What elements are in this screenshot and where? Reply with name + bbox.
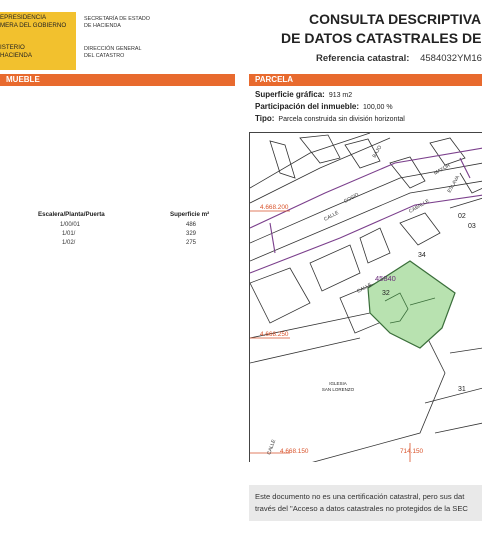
table-cell-area: 329 bbox=[186, 231, 197, 237]
map-parcel-number: 03 bbox=[468, 223, 476, 230]
map-parcel-id: 45840 bbox=[375, 274, 396, 283]
table-header-superficie: Superficie m² bbox=[170, 211, 210, 218]
map-church-label: IGLESIA bbox=[329, 381, 347, 386]
ref-value: 4584032YM164 bbox=[420, 53, 482, 64]
map-parcel-number: 32 bbox=[382, 290, 390, 297]
tipo-row: Tipo: Parcela construida sin división hor… bbox=[255, 114, 405, 123]
cadastral-map: 4.668.200 4.668.250 4.668.150 714.150 45… bbox=[249, 132, 482, 462]
map-church-label: SAN LORENZO bbox=[322, 387, 355, 392]
ref-label: Referencia catastral: bbox=[316, 53, 410, 64]
map-parcel-number: 31 bbox=[458, 386, 466, 393]
secretaria-label: SECRETARÍA DE ESTADO DE HACIENDA bbox=[84, 16, 150, 29]
map-parcel-number: 02 bbox=[458, 213, 466, 220]
map-coord-label: 4.668.200 bbox=[260, 204, 289, 211]
table-header-escalera: Escalera/Planta/Puerta bbox=[38, 211, 105, 218]
footer-notice-text: Este documento no es una certificación c… bbox=[255, 492, 468, 513]
document-title-line-1: CONSULTA DESCRIPTIVA Y bbox=[309, 11, 482, 27]
map-street-label: MAYOR bbox=[433, 162, 452, 176]
direccion-label: DIRECCIÓN GENERAL DEL CATASTRO bbox=[84, 46, 142, 59]
map-street-label: COSID bbox=[343, 192, 360, 205]
map-parcel-number: 34 bbox=[418, 252, 426, 259]
cadastral-map-drawing: 4.668.200 4.668.250 4.668.150 714.150 45… bbox=[250, 133, 482, 462]
document-title-line-2: DE DATOS CATASTRALES DE B bbox=[281, 30, 482, 46]
map-street-label: ESLAVA bbox=[447, 174, 462, 194]
parcela-section-bar: PARCELA bbox=[249, 74, 482, 86]
inmueble-section-bar: MUEBLE bbox=[0, 74, 235, 86]
map-street-label: CALLE bbox=[323, 210, 340, 223]
table-cell-unit: 1/02/ bbox=[62, 240, 76, 246]
map-coord-label: 714.150 bbox=[400, 448, 424, 455]
table-cell-unit: 1/00/01 bbox=[60, 222, 81, 228]
map-coord-label: 4.668.150 bbox=[280, 448, 309, 455]
table-cell-unit: 1/01/ bbox=[62, 231, 76, 237]
map-street-label: BAJO bbox=[372, 145, 384, 159]
table-cell-area: 486 bbox=[186, 222, 197, 228]
superficie-row: Superficie gráfica: 913 m2 bbox=[255, 90, 353, 99]
participacion-row: Participación del inmueble: 100,00 % bbox=[255, 102, 393, 111]
map-coord-label: 4.668.250 bbox=[260, 331, 289, 338]
table-cell-area: 275 bbox=[186, 240, 197, 246]
gov-ministry-label-2: ISTERIO HACIENDA bbox=[0, 44, 32, 59]
gov-ministry-label-1: EPRESIDENCIA MERA DEL GOBIERNO bbox=[0, 14, 67, 29]
cadastral-reference: Referencia catastral: 4584032YM164 bbox=[316, 53, 482, 64]
